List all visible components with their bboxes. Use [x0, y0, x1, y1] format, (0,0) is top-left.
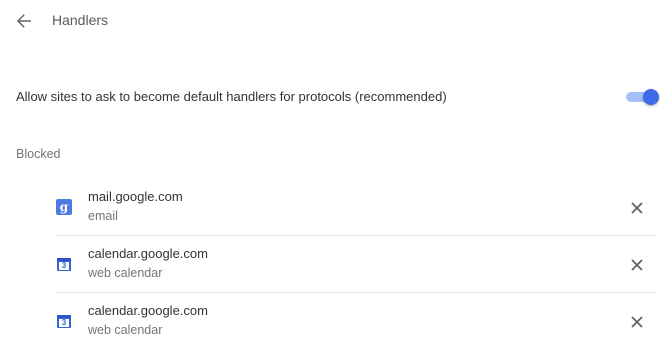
- blocked-section-label: Blocked: [16, 147, 61, 161]
- back-button[interactable]: [12, 9, 36, 33]
- close-icon: [631, 259, 643, 271]
- list-item: 3 calendar.google.com web calendar: [56, 236, 656, 293]
- google-calendar-icon: 3: [56, 313, 72, 329]
- toggle-knob: [643, 89, 659, 105]
- close-icon: [631, 316, 643, 328]
- remove-handler-button[interactable]: [626, 254, 648, 276]
- blocked-handlers-list: g mail.google.com email 3 calendar.googl…: [56, 179, 656, 345]
- handlers-settings-page: Handlers Allow sites to ask to become de…: [0, 0, 670, 345]
- allow-handlers-row: Allow sites to ask to become default han…: [0, 80, 670, 114]
- page-title: Handlers: [52, 12, 109, 28]
- handler-site: calendar.google.com: [88, 303, 208, 318]
- calendar-icon-number: 3: [61, 261, 67, 270]
- list-item: g mail.google.com email: [56, 179, 656, 236]
- google-calendar-icon: 3: [56, 256, 72, 272]
- allow-handlers-label: Allow sites to ask to become default han…: [16, 89, 447, 104]
- list-item: 3 calendar.google.com web calendar: [56, 293, 656, 345]
- handler-protocol: web calendar: [88, 266, 163, 280]
- gmail-icon: g: [56, 199, 72, 215]
- calendar-icon-number: 3: [61, 318, 67, 327]
- arrow-left-icon: [17, 14, 31, 28]
- page-header: Handlers: [0, 0, 670, 42]
- handler-protocol: web calendar: [88, 323, 163, 337]
- handler-protocol: email: [88, 209, 118, 223]
- handler-site: calendar.google.com: [88, 246, 208, 261]
- handler-site: mail.google.com: [88, 189, 183, 204]
- remove-handler-button[interactable]: [626, 197, 648, 219]
- allow-handlers-toggle[interactable]: [625, 89, 659, 105]
- close-icon: [631, 202, 643, 214]
- remove-handler-button[interactable]: [626, 311, 648, 333]
